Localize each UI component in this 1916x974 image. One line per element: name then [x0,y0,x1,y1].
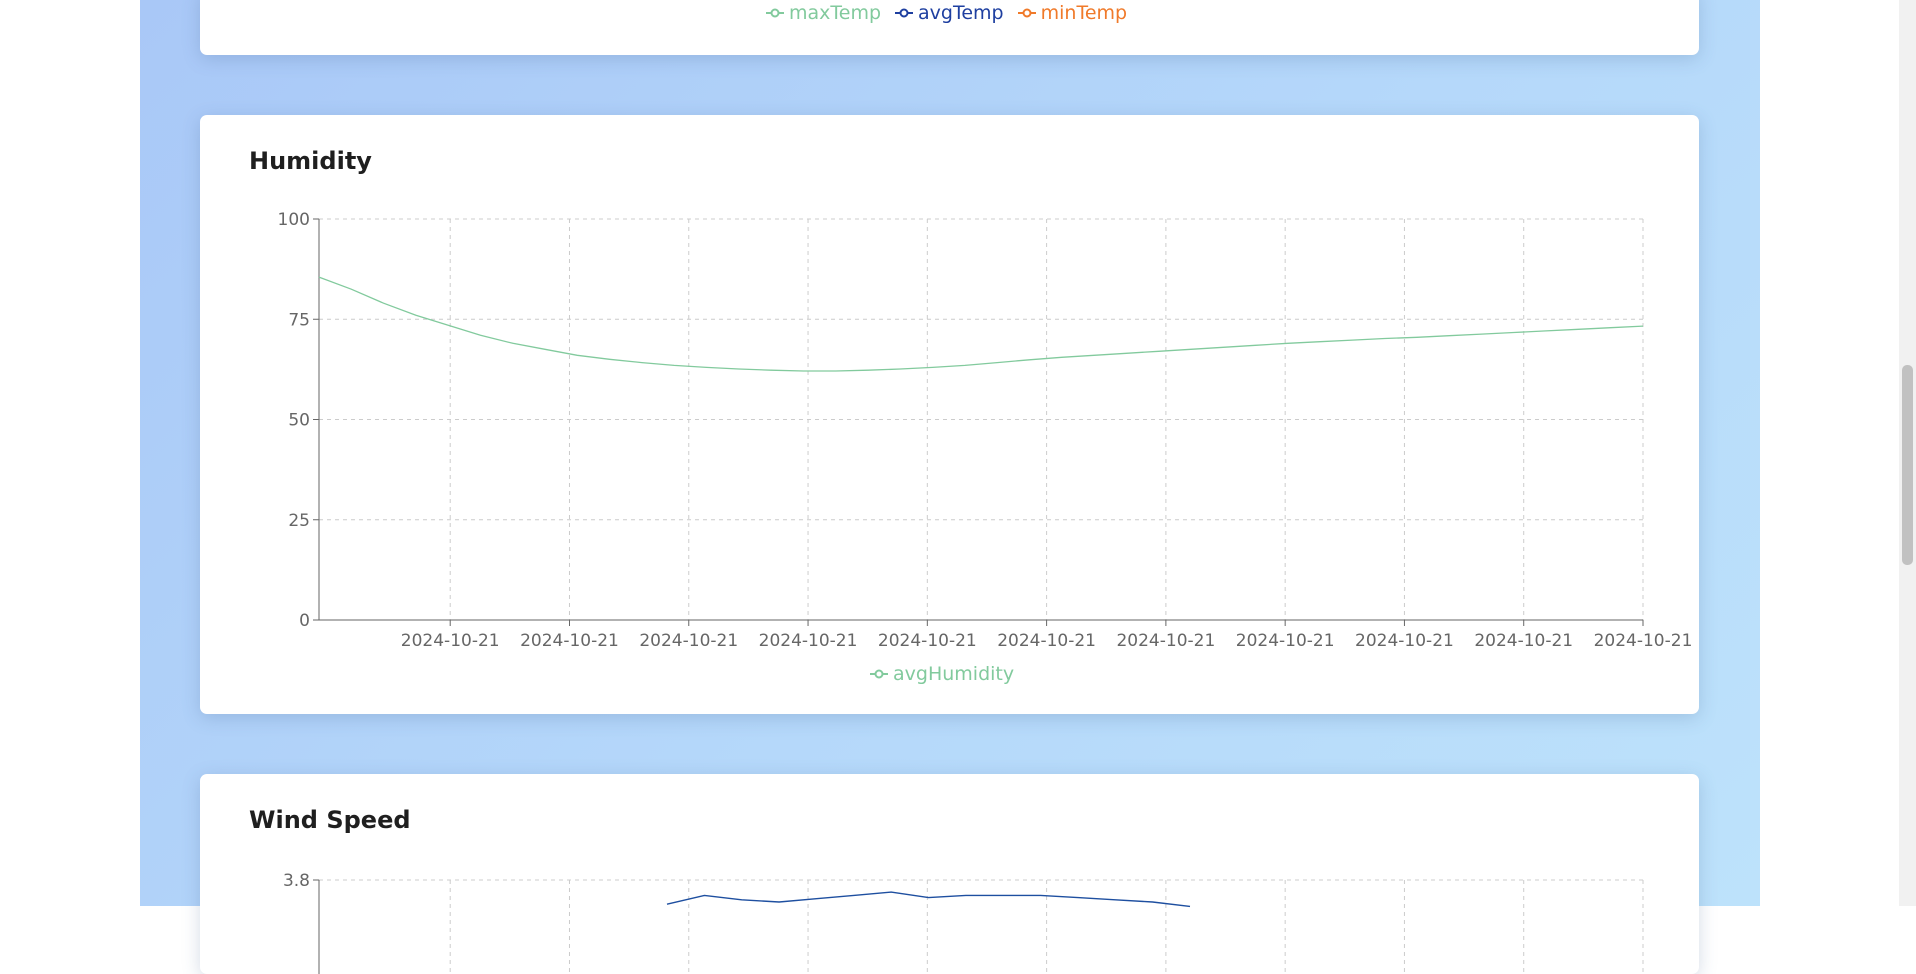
x-tick-label: 2024-10-21 [1355,631,1454,651]
legend-line-icon [1017,8,1036,18]
legend-item-avgTemp[interactable]: avgTemp [895,2,1004,24]
grid [319,218,1644,620]
x-tick-label: 2024-10-21 [401,631,500,651]
temperature-card: maxTemp avgTemp minTemp [200,0,1699,55]
humidity-chart: 0 25 50 75 100 2024-10-21 2024-10-21 2024-10-21… [278,210,1693,651]
legend-line-icon [766,8,784,18]
legend-label: avgTemp [918,2,1004,24]
x-tick-label: 2024-10-21 [759,631,858,651]
humidity-card: Humidity 0 25 50 75 100 2024-10-21 2024-10-21 2… [200,115,1699,714]
x-tick-label: 2024-10-21 [639,631,738,651]
legend-item-maxTemp[interactable]: maxTemp [766,2,881,24]
y-tick-label: 3.8 [283,871,310,891]
humidity-legend: avgHumidity [870,663,1014,685]
series-line-avgHumidity[interactable] [318,276,1644,372]
y-tick-label: 75 [288,310,310,330]
y-tick-label: 0 [299,611,310,631]
x-tick-label: 2024-10-21 [1594,631,1693,651]
wind-speed-card: Wind Speed 3.8 [200,774,1699,974]
y-tick-label: 50 [288,411,310,431]
series-line-wind-speed[interactable] [666,891,1191,908]
x-tick-label: 2024-10-21 [878,631,977,651]
temperature-legend: maxTemp avgTemp minTemp [766,2,1127,24]
x-tick-label: 2024-10-21 [997,631,1096,651]
x-tick-label: 2024-10-21 [1116,631,1215,651]
wind-speed-chart: 3.8 [283,871,1644,974]
x-tick-label: 2024-10-21 [520,631,619,651]
y-tick-label: 25 [288,511,310,531]
legend-line-icon [870,669,888,679]
legend-item-minTemp[interactable]: minTemp [1017,2,1128,24]
legend-label: minTemp [1040,2,1128,24]
y-tick-label: 100 [278,210,310,230]
x-tick-label: 2024-10-21 [1236,631,1335,651]
x-tick-label: 2024-10-21 [1474,631,1573,651]
scrollbar-thumb[interactable] [1902,365,1913,565]
vertical-scrollbar[interactable] [1899,0,1916,906]
legend-line-icon [895,8,914,18]
legend-label: maxTemp [789,2,882,24]
legend-label: avgHumidity [893,663,1015,685]
legend-item-avgHumidity[interactable]: avgHumidity [870,663,1014,685]
